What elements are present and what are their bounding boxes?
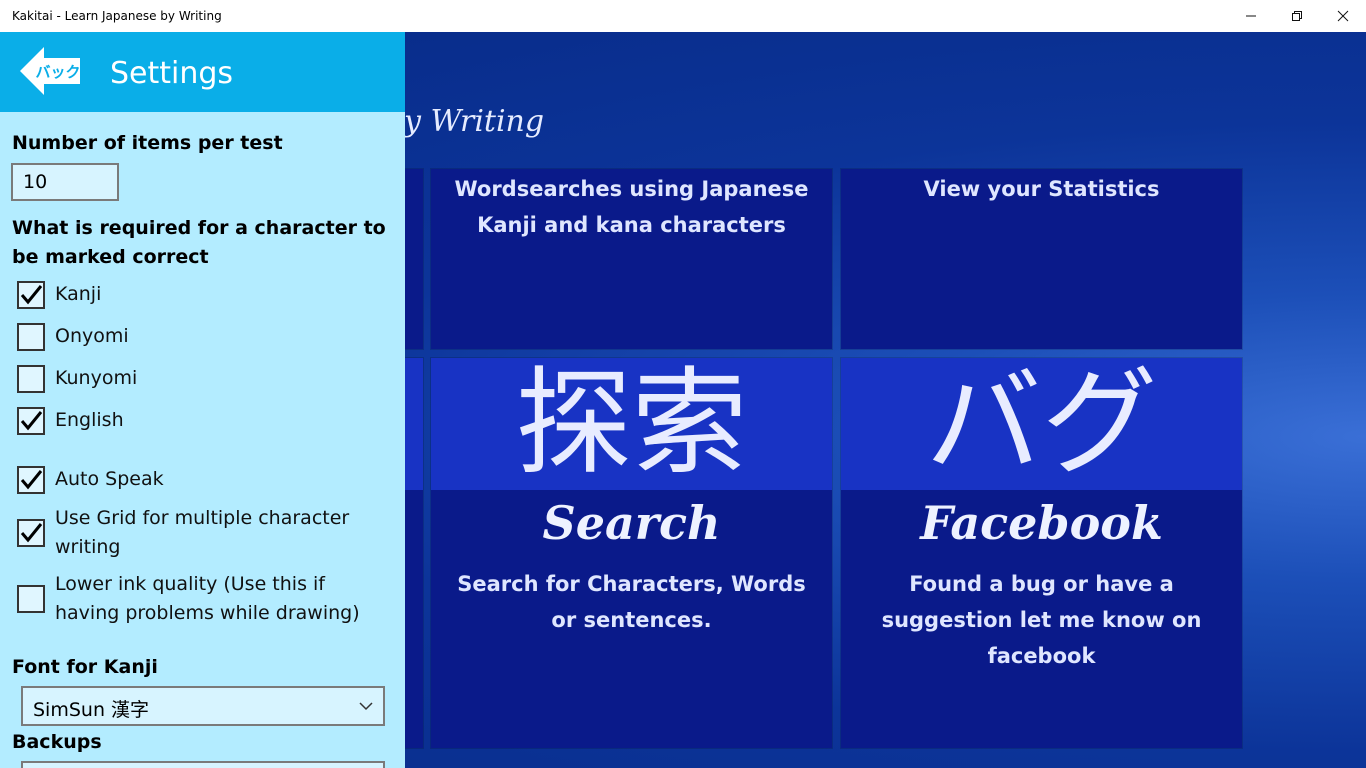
back-button-label: バック	[35, 63, 80, 81]
kanji-font-select[interactable]: SimSun 漢字	[21, 686, 385, 726]
checkbox-row[interactable]: Auto Speak	[17, 465, 395, 494]
tile-partial-bottom[interactable]	[405, 358, 423, 748]
checkbox[interactable]	[17, 585, 45, 613]
back-button[interactable]: バック	[20, 46, 82, 96]
checkbox[interactable]	[17, 322, 45, 351]
checkbox-label: Lower ink quality (Use this if having pr…	[55, 573, 360, 624]
checkbox-label: Kanji	[55, 283, 102, 305]
checkbox[interactable]	[17, 519, 45, 547]
checkbox[interactable]	[17, 280, 45, 309]
tile-wordsearch-caption: Wordsearches using Japanese Kanji and ka…	[454, 177, 809, 237]
tile-statistics[interactable]: View your Statistics	[841, 169, 1242, 349]
checkbox-label: Kunyomi	[55, 367, 138, 389]
window-title: Kakitai - Learn Japanese by Writing	[12, 9, 222, 23]
checkbox-row[interactable]: Use Grid for multiple character writing	[17, 504, 395, 562]
tile-search-caption: Search for Characters, Words or sentence…	[457, 572, 806, 632]
backups-control[interactable]	[21, 761, 385, 768]
settings-panel: バック Settings Number of items per test 10…	[0, 32, 405, 768]
minimize-icon	[1246, 15, 1256, 17]
tile-search-kanji: 探索	[431, 358, 832, 490]
window-titlebar: Kakitai - Learn Japanese by Writing	[0, 0, 1366, 32]
tile-facebook[interactable]: バグ Facebook Found a bug or have a sugges…	[841, 358, 1242, 748]
checkbox-label: Use Grid for multiple character writing	[55, 507, 350, 558]
tile-search[interactable]: 探索 Search Search for Characters, Words o…	[431, 358, 832, 748]
tile-facebook-caption: Found a bug or have a suggestion let me …	[881, 572, 1202, 668]
backups-label: Backups	[12, 731, 102, 753]
tile-statistics-caption: View your Statistics	[923, 177, 1160, 201]
checkbox-label: Auto Speak	[55, 468, 164, 490]
settings-title: Settings	[110, 56, 234, 91]
checkbox-label: Onyomi	[55, 325, 129, 347]
minimize-button[interactable]	[1228, 0, 1274, 32]
tile-partial-band	[405, 358, 423, 490]
checkmark-icon	[20, 523, 43, 543]
kanji-font-value: SimSun 漢字	[33, 699, 150, 721]
restore-icon	[1292, 11, 1302, 21]
tile-facebook-title: Facebook	[920, 496, 1163, 550]
checkbox-row[interactable]: English	[17, 406, 395, 435]
tile-partial-top[interactable]	[405, 169, 423, 349]
tile-search-title: Search	[542, 496, 721, 550]
settings-header: バック Settings	[0, 32, 405, 112]
checkbox-row[interactable]: Lower ink quality (Use this if having pr…	[17, 570, 395, 628]
checkbox[interactable]	[17, 364, 45, 393]
checkmark-icon	[20, 410, 43, 430]
checkmark-icon	[20, 469, 43, 489]
back-arrow-icon: バック	[20, 47, 81, 95]
items-per-test-label: Number of items per test	[12, 132, 283, 154]
checkbox-row[interactable]: Onyomi	[17, 322, 395, 351]
restore-button[interactable]	[1274, 0, 1320, 32]
close-button[interactable]	[1320, 0, 1366, 32]
items-per-test-input[interactable]: 10	[11, 163, 119, 201]
checkbox[interactable]	[17, 406, 45, 435]
font-for-kanji-label: Font for Kanji	[12, 656, 158, 678]
close-icon	[1337, 10, 1349, 22]
checkmark-icon	[20, 284, 43, 304]
tile-wordsearch[interactable]: Wordsearches using Japanese Kanji and ka…	[431, 169, 832, 349]
checkbox-row[interactable]: Kanji	[17, 280, 395, 309]
checkbox-label: English	[55, 409, 124, 431]
app-heading: y Writing	[404, 104, 545, 139]
chevron-down-icon	[359, 702, 373, 711]
tile-facebook-kana: バグ	[841, 358, 1242, 490]
required-label: What is required for a character to be m…	[12, 217, 386, 268]
checkbox-row[interactable]: Kunyomi	[17, 364, 395, 393]
checkbox[interactable]	[17, 465, 45, 494]
